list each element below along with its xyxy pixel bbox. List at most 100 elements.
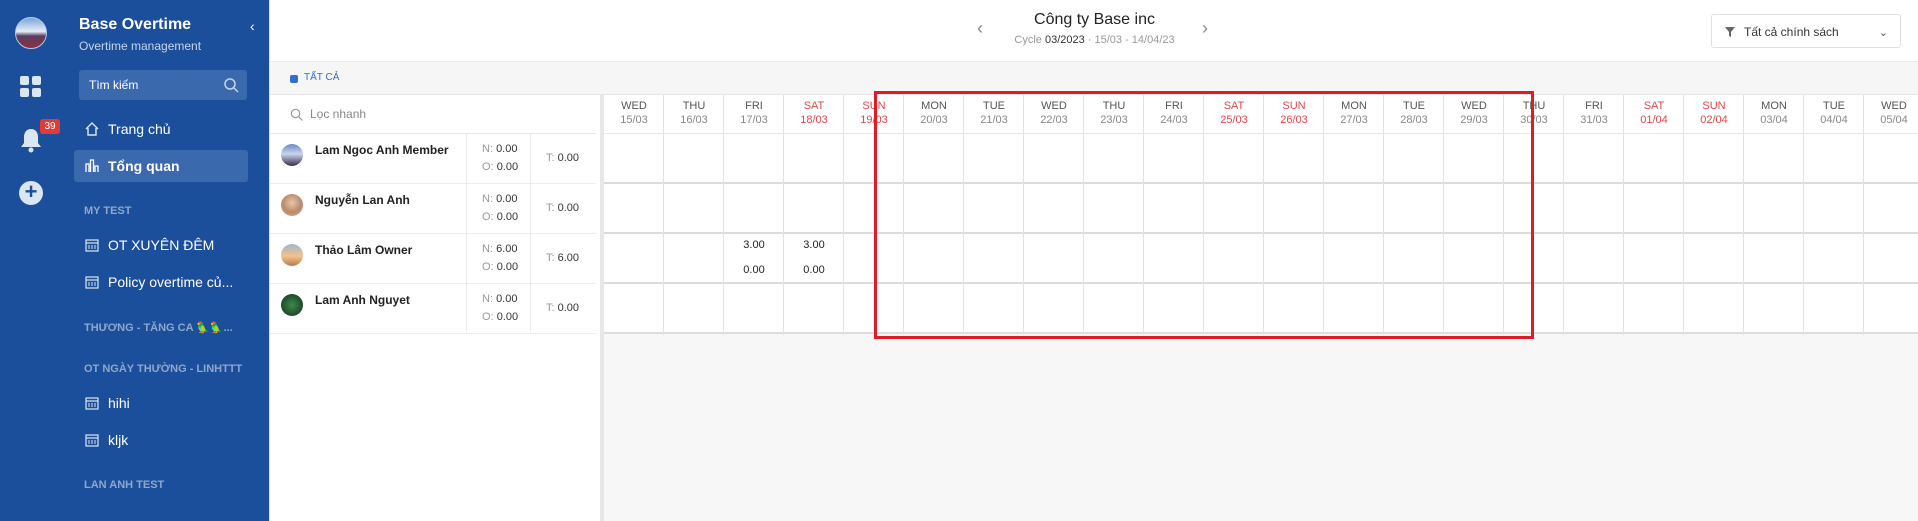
day-of-week: SAT [1643, 100, 1665, 112]
day-date: 03/04 [1760, 114, 1788, 126]
calendar-icon [85, 276, 99, 289]
overtime-key: O: [482, 311, 494, 323]
employee-name: Lam Ngoc Anh Member [315, 143, 449, 157]
total-key: T: [546, 302, 555, 314]
overtime-key: O: [482, 261, 494, 273]
employee-row[interactable]: Thảo Lâm Owner N: 6.00 O: 0.00 T: 6.00 [270, 234, 596, 284]
collapse-sidebar-icon[interactable]: ‹ [250, 18, 255, 34]
cell-value-overtime[interactable]: 0.00 [784, 264, 844, 276]
notification-badge: 39 [40, 119, 60, 134]
nav-item-overview[interactable]: Tổng quan [74, 150, 248, 182]
employee-row[interactable]: Nguyễn Lan Anh N: 0.00 O: 0.00 T: 0.00 [270, 184, 596, 234]
total-hours: T: 6.00 [546, 252, 579, 264]
total-hours: T: 0.00 [546, 152, 579, 164]
day-of-week: THU [682, 100, 706, 112]
home-icon [85, 122, 99, 136]
cycle-prefix: Cycle [1014, 34, 1042, 46]
day-date: 18/03 [800, 114, 828, 126]
company-logo[interactable] [15, 17, 47, 49]
day-header: FRI 31/03 [1564, 95, 1624, 134]
tag-color-dot [290, 75, 298, 83]
nav-item-label: hihi [108, 395, 130, 411]
employee-filter[interactable]: Lọc nhanh [270, 95, 596, 134]
section-title: THƯƠNG - TĂNG CA 🦜🦜... [84, 322, 233, 334]
overtime-hours: O: 0.00 [482, 161, 518, 173]
column-divider [530, 134, 531, 334]
total-key: T: [546, 202, 555, 214]
calendar-icon [85, 239, 99, 252]
icon-rail: 39 + [0, 0, 62, 521]
total-value: 6.00 [557, 252, 580, 264]
app-subtitle: Overtime management [79, 39, 202, 53]
day-header: TUE 04/04 [1804, 95, 1864, 134]
employee-name: Nguyễn Lan Anh [315, 193, 410, 207]
search-label: Tìm kiếm [89, 78, 139, 92]
employee-row[interactable]: Lam Ngoc Anh Member N: 0.00 O: 0.00 T: 0.00 [270, 134, 596, 184]
next-cycle-icon[interactable]: › [1202, 18, 1208, 39]
overtime-hours: O: 0.00 [482, 311, 518, 323]
total-value: 0.00 [557, 152, 580, 164]
sidebar: Base Overtime Overtime management ‹ Tìm … [62, 0, 269, 521]
total-key: T: [546, 252, 555, 264]
highlight-box [874, 91, 1534, 339]
calendar-icon [85, 397, 99, 410]
apps-grid-icon[interactable] [20, 76, 42, 98]
bar-chart-icon [85, 159, 99, 172]
overtime-hours: O: 0.00 [482, 211, 518, 223]
app-title: Base Overtime [79, 16, 192, 33]
sidebar-search[interactable]: Tìm kiếm [79, 70, 247, 100]
nav-item-label: Policy overtime củ... [108, 274, 234, 290]
day-header: WED 15/03 [604, 95, 664, 134]
nav-item-home[interactable]: Trang chủ [74, 113, 248, 145]
filter-icon [1725, 27, 1735, 37]
normal-value: 6.00 [496, 243, 518, 255]
avatar [281, 194, 303, 216]
day-header: SUN 02/04 [1684, 95, 1744, 134]
nav-item-hihi[interactable]: hihi [74, 387, 248, 419]
filter-placeholder: Lọc nhanh [310, 107, 367, 121]
employee-name: Lam Anh Nguyet [315, 293, 410, 307]
normal-hours: N: 0.00 [482, 293, 517, 305]
nav-item-policy-overtime[interactable]: Policy overtime củ... [74, 266, 248, 298]
cell-value-normal[interactable]: 3.00 [724, 239, 784, 251]
normal-value: 0.00 [496, 193, 518, 205]
overtime-value: 0.00 [496, 311, 519, 323]
normal-value: 0.00 [496, 143, 518, 155]
avatar [281, 244, 303, 266]
total-hours: T: 0.00 [546, 302, 579, 314]
day-date: 31/03 [1580, 114, 1608, 126]
normal-key: N: [482, 243, 493, 255]
total-key: T: [546, 152, 555, 164]
day-date: 17/03 [740, 114, 768, 126]
cycle-code: 03/2023 [1044, 34, 1085, 46]
day-of-week: TUE [1823, 100, 1845, 112]
day-date: 15/03 [620, 114, 648, 126]
employee-row[interactable]: Lam Anh Nguyet N: 0.00 O: 0.00 T: 0.00 [270, 284, 596, 334]
nav-item-label: OT XUYÊN ĐÊM [108, 237, 215, 253]
overtime-value: 0.00 [496, 261, 519, 273]
normal-key: N: [482, 193, 493, 205]
day-header: SAT 18/03 [784, 95, 844, 134]
day-header: FRI 17/03 [724, 95, 784, 134]
day-date: 05/04 [1880, 114, 1908, 126]
add-icon[interactable]: + [19, 181, 43, 205]
policy-filter-select[interactable]: Tất cả chính sách ⌄ [1711, 14, 1901, 48]
day-of-week: FRI [745, 100, 763, 112]
normal-hours: N: 6.00 [482, 243, 517, 255]
nav-item-ot-xuyen-dem[interactable]: OT XUYÊN ĐÊM [74, 229, 248, 261]
search-icon [224, 78, 239, 93]
overtime-value: 0.00 [496, 211, 519, 223]
overtime-key: O: [482, 211, 494, 223]
tag-all[interactable]: TẤT CẢ [304, 72, 339, 83]
column-divider [466, 134, 467, 334]
cell-value-overtime[interactable]: 0.00 [724, 264, 784, 276]
company-name: Công ty Base inc [1034, 11, 1155, 28]
section-title: LAN ANH TEST [84, 479, 165, 491]
total-hours: T: 0.00 [546, 202, 579, 214]
overtime-value: 0.00 [496, 161, 519, 173]
cell-value-normal[interactable]: 3.00 [784, 239, 844, 251]
overtime-key: O: [482, 161, 494, 173]
nav-item-kljk[interactable]: kljk [74, 424, 248, 456]
day-of-week: FRI [1585, 100, 1603, 112]
chevron-down-icon: ⌄ [1878, 27, 1888, 39]
